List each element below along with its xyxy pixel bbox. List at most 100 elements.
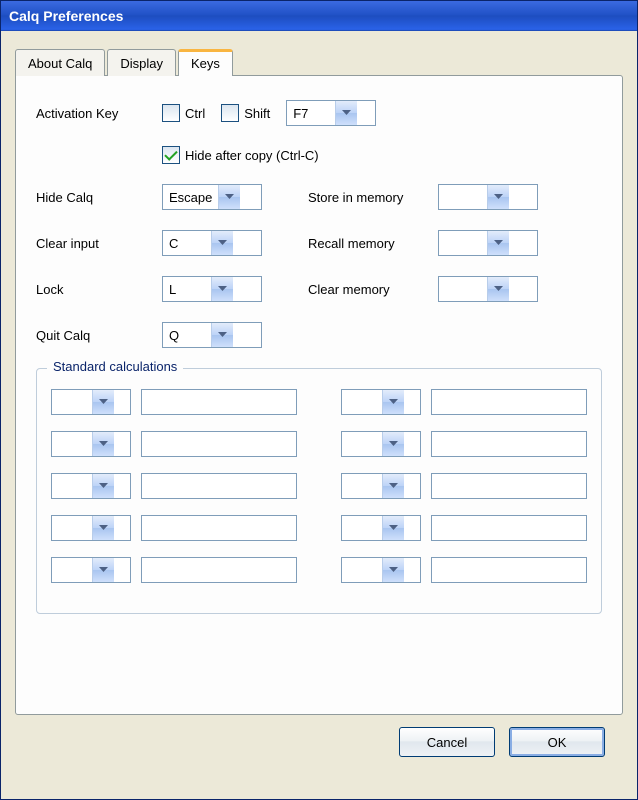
calc-expr-field[interactable] bbox=[141, 431, 297, 457]
chevron-down-icon[interactable] bbox=[487, 185, 509, 209]
chevron-down-icon[interactable] bbox=[211, 231, 233, 255]
chevron-down-icon[interactable] bbox=[382, 516, 404, 540]
shift-checkbox[interactable] bbox=[221, 104, 239, 122]
calc-key-combo[interactable] bbox=[341, 431, 421, 457]
calc-expr-field[interactable] bbox=[431, 557, 587, 583]
calc-key-combo[interactable] bbox=[341, 557, 421, 583]
chevron-down-icon[interactable] bbox=[92, 474, 114, 498]
chevron-down-icon[interactable] bbox=[92, 390, 114, 414]
calc-row bbox=[341, 389, 587, 415]
chevron-down-icon[interactable] bbox=[487, 277, 509, 301]
activation-row: Activation Key Ctrl Shift F7 bbox=[36, 100, 602, 126]
row-hide-store: Hide Calq Escape Store in memory bbox=[36, 184, 602, 210]
recall-memory-combo[interactable] bbox=[438, 230, 538, 256]
ok-button[interactable]: OK bbox=[509, 727, 605, 757]
calc-row bbox=[51, 515, 297, 541]
calc-key-combo[interactable] bbox=[341, 515, 421, 541]
store-memory-combo[interactable] bbox=[438, 184, 538, 210]
lock-value: L bbox=[163, 277, 211, 301]
calc-row bbox=[51, 557, 297, 583]
calc-row bbox=[51, 473, 297, 499]
chevron-down-icon[interactable] bbox=[382, 390, 404, 414]
ctrl-label: Ctrl bbox=[185, 106, 205, 121]
row-quit: Quit Calq Q bbox=[36, 322, 602, 348]
activation-key-value: F7 bbox=[287, 101, 335, 125]
calc-expr-field[interactable] bbox=[431, 473, 587, 499]
calc-key-combo[interactable] bbox=[51, 473, 131, 499]
calc-key-value bbox=[52, 558, 92, 582]
chevron-down-icon[interactable] bbox=[211, 277, 233, 301]
shift-checkbox-wrap[interactable]: Shift bbox=[221, 104, 270, 122]
calc-expr-field[interactable] bbox=[141, 473, 297, 499]
calc-key-value bbox=[52, 516, 92, 540]
hide-calq-combo[interactable]: Escape bbox=[162, 184, 262, 210]
shift-label: Shift bbox=[244, 106, 270, 121]
ctrl-checkbox[interactable] bbox=[162, 104, 180, 122]
calc-key-value bbox=[52, 474, 92, 498]
calc-expr-field[interactable] bbox=[141, 389, 297, 415]
calc-grid bbox=[51, 389, 587, 599]
hide-after-copy-wrap[interactable]: Hide after copy (Ctrl-C) bbox=[162, 146, 319, 164]
calc-row bbox=[51, 389, 297, 415]
calc-key-combo[interactable] bbox=[51, 431, 131, 457]
titlebar: Calq Preferences bbox=[1, 1, 637, 31]
calc-expr-field[interactable] bbox=[141, 557, 297, 583]
lock-label: Lock bbox=[36, 282, 162, 297]
calc-key-value bbox=[342, 390, 382, 414]
preferences-window: Calq Preferences About Calq Display Keys… bbox=[0, 0, 638, 800]
standard-calculations-fieldset: Standard calculations bbox=[36, 368, 602, 614]
calc-row bbox=[341, 431, 587, 457]
footer: Cancel OK bbox=[15, 715, 623, 765]
quit-calq-combo[interactable]: Q bbox=[162, 322, 262, 348]
tab-keys[interactable]: Keys bbox=[178, 49, 233, 76]
chevron-down-icon[interactable] bbox=[335, 101, 357, 125]
row-lock-clearmem: Lock L Clear memory bbox=[36, 276, 602, 302]
recall-memory-label: Recall memory bbox=[308, 236, 438, 251]
tab-about[interactable]: About Calq bbox=[15, 49, 105, 76]
chevron-down-icon[interactable] bbox=[487, 231, 509, 255]
calc-key-combo[interactable] bbox=[51, 389, 131, 415]
window-title: Calq Preferences bbox=[9, 8, 123, 24]
clear-memory-value bbox=[439, 277, 487, 301]
calc-key-combo[interactable] bbox=[51, 557, 131, 583]
quit-calq-label: Quit Calq bbox=[36, 328, 162, 343]
calc-key-value bbox=[342, 432, 382, 456]
chevron-down-icon[interactable] bbox=[92, 558, 114, 582]
calc-expr-field[interactable] bbox=[141, 515, 297, 541]
chevron-down-icon[interactable] bbox=[382, 432, 404, 456]
activation-key-label: Activation Key bbox=[36, 106, 162, 121]
lock-combo[interactable]: L bbox=[162, 276, 262, 302]
activation-key-combo[interactable]: F7 bbox=[286, 100, 376, 126]
chevron-down-icon[interactable] bbox=[92, 516, 114, 540]
chevron-down-icon[interactable] bbox=[218, 185, 240, 209]
hide-after-copy-label: Hide after copy (Ctrl-C) bbox=[185, 148, 319, 163]
clear-input-combo[interactable]: C bbox=[162, 230, 262, 256]
chevron-down-icon[interactable] bbox=[211, 323, 233, 347]
tabs-header: About Calq Display Keys bbox=[15, 49, 623, 76]
clear-memory-label: Clear memory bbox=[308, 282, 438, 297]
cancel-button[interactable]: Cancel bbox=[399, 727, 495, 757]
hide-calq-label: Hide Calq bbox=[36, 190, 162, 205]
calc-key-combo[interactable] bbox=[341, 389, 421, 415]
hide-after-copy-checkbox[interactable] bbox=[162, 146, 180, 164]
chevron-down-icon[interactable] bbox=[382, 474, 404, 498]
calc-expr-field[interactable] bbox=[431, 389, 587, 415]
calc-row bbox=[341, 473, 587, 499]
clear-memory-combo[interactable] bbox=[438, 276, 538, 302]
calc-key-combo[interactable] bbox=[341, 473, 421, 499]
tab-pane-keys: Activation Key Ctrl Shift F7 bbox=[15, 75, 623, 715]
chevron-down-icon[interactable] bbox=[92, 432, 114, 456]
ctrl-checkbox-wrap[interactable]: Ctrl bbox=[162, 104, 205, 122]
hide-after-copy-row: Hide after copy (Ctrl-C) bbox=[162, 146, 602, 164]
calc-key-combo[interactable] bbox=[51, 515, 131, 541]
calc-key-value bbox=[342, 558, 382, 582]
calc-expr-field[interactable] bbox=[431, 515, 587, 541]
calc-row bbox=[51, 431, 297, 457]
chevron-down-icon[interactable] bbox=[382, 558, 404, 582]
calc-key-value bbox=[52, 390, 92, 414]
standard-calculations-legend: Standard calculations bbox=[47, 359, 183, 374]
quit-calq-value: Q bbox=[163, 323, 211, 347]
calc-expr-field[interactable] bbox=[431, 431, 587, 457]
tab-display[interactable]: Display bbox=[107, 49, 176, 76]
calc-row bbox=[341, 515, 587, 541]
